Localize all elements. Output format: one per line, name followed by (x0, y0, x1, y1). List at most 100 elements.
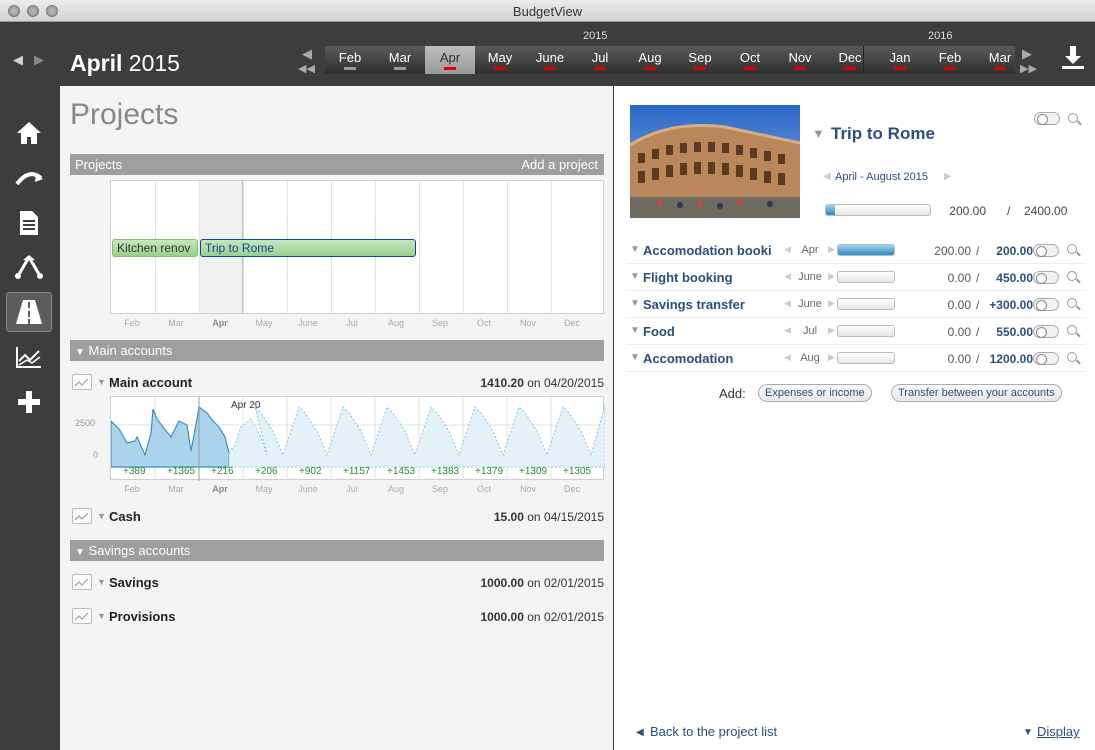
expand-triangle-icon[interactable]: ▼ (630, 298, 640, 309)
project-item-name[interactable]: Flight booking (643, 270, 783, 285)
timeline-fast-left-icon[interactable]: ◀◀ (298, 62, 315, 75)
savings-accounts-section-header[interactable]: ▼ Savings accounts (70, 540, 604, 561)
add-icon[interactable] (6, 382, 52, 422)
project-item-toggle-switch[interactable] (1033, 271, 1059, 284)
project-item-month[interactable]: Jul (786, 325, 834, 337)
timeline-month[interactable]: Sep (675, 46, 725, 74)
back-arrow-icon[interactable]: ◀ (636, 727, 644, 738)
project-item-row[interactable]: ▼ Accomodation booki ◀ Apr ▶ 200.00/200.00 (626, 237, 1086, 264)
next-month-icon[interactable]: ▶ (828, 352, 835, 363)
project-item-planned[interactable]: 200.00 (981, 244, 1033, 258)
account-chart-icon[interactable] (72, 608, 92, 624)
timeline-month[interactable]: Dec (825, 46, 875, 74)
document-icon[interactable] (6, 203, 52, 243)
search-icon[interactable] (1067, 244, 1077, 254)
add-expenses-button[interactable]: Expenses or income (758, 384, 872, 402)
expand-triangle-icon[interactable]: ▼ (97, 377, 106, 387)
next-month-icon[interactable]: ▶ (828, 271, 835, 282)
project-title[interactable]: Trip to Rome (831, 124, 935, 144)
expand-triangle-icon[interactable]: ▼ (97, 577, 106, 587)
account-row-cash[interactable]: ▼ Cash 15.00 on 04/15/2015 (70, 508, 604, 530)
project-photo[interactable] (629, 105, 801, 218)
project-item-planned[interactable]: 450.00 (981, 271, 1033, 285)
expand-triangle-icon[interactable]: ▼ (630, 271, 640, 282)
project-item-month[interactable]: Aug (786, 352, 834, 364)
project-item-planned[interactable]: +300.00 (981, 298, 1033, 312)
next-month-icon[interactable]: ▶ (828, 325, 835, 336)
project-period[interactable]: April - August 2015 (835, 171, 928, 183)
timeline-scroll-left-icon[interactable]: ◀ (302, 46, 312, 62)
expand-triangle-icon[interactable]: ▼ (97, 511, 106, 521)
search-icon[interactable] (1067, 271, 1077, 281)
timeline-month[interactable]: Feb (325, 46, 375, 74)
next-month-icon[interactable]: ▶ (828, 298, 835, 309)
back-to-project-list-link[interactable]: Back to the project list (650, 724, 777, 739)
project-item-toggle-switch[interactable] (1033, 298, 1059, 311)
chart-month-label: Dec (563, 484, 580, 494)
timeline-month[interactable]: Feb (925, 46, 975, 74)
project-toggle-switch[interactable] (1034, 112, 1060, 125)
project-item-name[interactable]: Food (643, 324, 783, 339)
timeline-month[interactable]: Oct (725, 46, 775, 74)
account-row-provisions[interactable]: ▼ Provisions 1000.00 on 02/01/2015 (70, 608, 604, 630)
project-item-month[interactable]: June (786, 271, 834, 283)
project-item-name[interactable]: Accomodation booki (643, 243, 783, 258)
display-link[interactable]: Display (1037, 724, 1080, 739)
next-month-icon[interactable]: ▶ (828, 244, 835, 255)
search-icon[interactable] (1067, 298, 1077, 308)
timeline-month[interactable]: June (525, 46, 575, 74)
gantt-project-bar[interactable]: Trip to Rome (200, 239, 416, 257)
timeline-month[interactable]: Jan (875, 46, 925, 74)
project-item-row[interactable]: ▼ Accomodation ◀ Aug ▶ 0.00/1200.00 (626, 345, 1086, 372)
timeline-month[interactable]: Apr (425, 46, 475, 74)
timeline-month[interactable]: Mar (375, 46, 425, 74)
home-icon[interactable] (6, 113, 52, 153)
analysis-icon[interactable] (6, 337, 52, 377)
add-transfer-button[interactable]: Transfer between your accounts (891, 384, 1062, 402)
project-item-toggle-switch[interactable] (1033, 244, 1059, 257)
project-item-planned[interactable]: 1200.00 (981, 352, 1033, 366)
project-item-month[interactable]: Apr (786, 244, 834, 256)
main-accounts-section-header[interactable]: ▼ Main accounts (70, 340, 604, 361)
expand-triangle-icon[interactable]: ▼ (97, 611, 106, 621)
account-chart-icon[interactable] (72, 374, 92, 390)
display-triangle-icon[interactable]: ▼ (1023, 727, 1033, 738)
timeline-month[interactable]: Nov (775, 46, 825, 74)
next-month-icon[interactable]: ▶ (34, 52, 44, 68)
timeline-month[interactable]: Aug (625, 46, 675, 74)
project-item-row[interactable]: ▼ Flight booking ◀ June ▶ 0.00/450.00 (626, 264, 1086, 291)
account-row-main[interactable]: ▼ Main account 1410.20 on 04/20/2015 (70, 374, 604, 396)
collapse-triangle-icon[interactable]: ▼ (812, 126, 825, 141)
categorize-icon[interactable] (6, 158, 52, 198)
timeline-month[interactable]: Mar (975, 46, 1025, 74)
gantt-project-bar[interactable]: Kitchen renov (112, 239, 198, 257)
account-chart-icon[interactable] (72, 508, 92, 524)
search-icon[interactable] (1067, 325, 1077, 335)
project-item-row[interactable]: ▼ Food ◀ Jul ▶ 0.00/550.00 (626, 318, 1086, 345)
timeline-scroll-right-icon[interactable]: ▶ (1022, 46, 1032, 62)
project-item-row[interactable]: ▼ Savings transfer ◀ June ▶ 0.00/+300.00 (626, 291, 1086, 318)
project-item-toggle-switch[interactable] (1033, 352, 1059, 365)
timeline-fast-right-icon[interactable]: ▶▶ (1020, 62, 1037, 75)
account-chart-icon[interactable] (72, 574, 92, 590)
search-icon[interactable] (1068, 113, 1078, 123)
timeline-month[interactable]: Jul (575, 46, 625, 74)
prev-period-icon[interactable]: ◀ (823, 171, 831, 182)
expand-triangle-icon[interactable]: ▼ (630, 244, 640, 255)
add-project-link[interactable]: Add a project (521, 157, 598, 172)
next-period-icon[interactable]: ▶ (944, 171, 952, 182)
budget-icon[interactable] (6, 247, 52, 287)
timeline-month[interactable]: May (475, 46, 525, 74)
account-row-savings[interactable]: ▼ Savings 1000.00 on 02/01/2015 (70, 574, 604, 596)
search-icon[interactable] (1067, 352, 1077, 362)
download-icon[interactable] (1060, 44, 1086, 70)
project-item-month[interactable]: June (786, 298, 834, 310)
projects-icon[interactable] (6, 292, 52, 332)
project-item-planned[interactable]: 550.00 (981, 325, 1033, 339)
project-item-toggle-switch[interactable] (1033, 325, 1059, 338)
previous-month-icon[interactable]: ◀ (13, 52, 23, 68)
expand-triangle-icon[interactable]: ▼ (630, 352, 640, 363)
expand-triangle-icon[interactable]: ▼ (630, 325, 640, 336)
project-item-name[interactable]: Accomodation (643, 351, 783, 366)
project-item-name[interactable]: Savings transfer (643, 297, 783, 312)
